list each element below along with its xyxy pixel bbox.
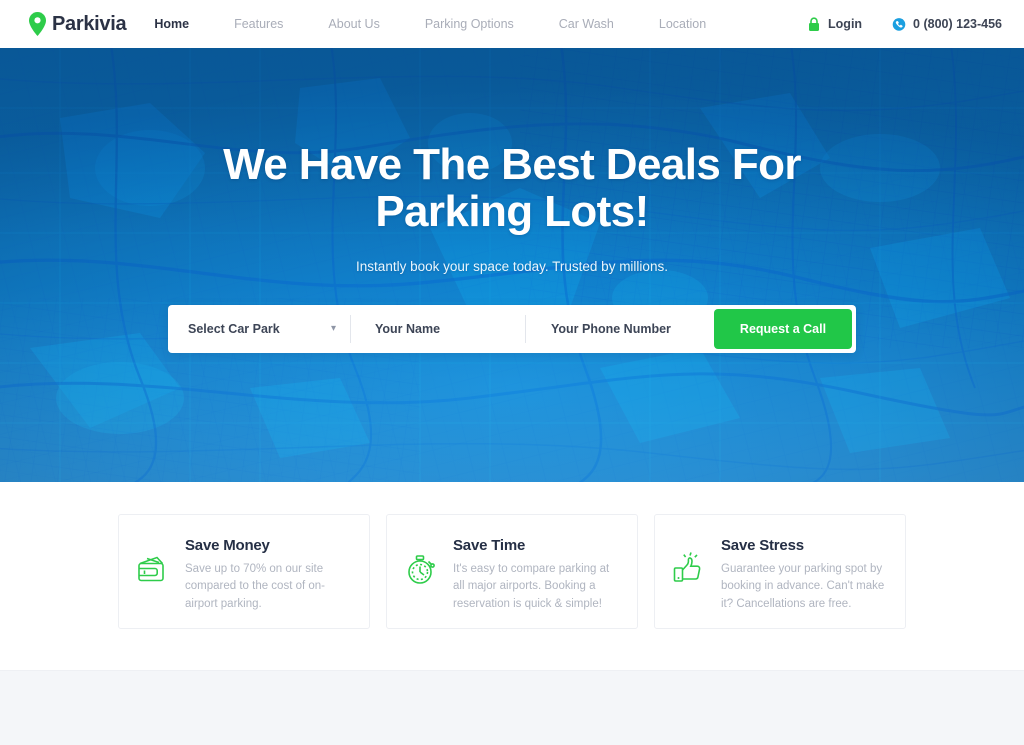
thumbs-up-icon — [673, 552, 701, 582]
feature-card-body: Save Time It's easy to compare parking a… — [453, 535, 619, 613]
main-navigation: Home Features About Us Parking Options C… — [154, 11, 751, 37]
name-input-placeholder: Your Name — [375, 322, 441, 337]
quote-request-form: Select Car Park ▾ Your Name Your Phone N… — [168, 305, 856, 354]
map-pin-icon — [29, 12, 46, 36]
phone-input-placeholder: Your Phone Number — [551, 322, 671, 337]
feature-card-save-time: Save Time It's easy to compare parking a… — [386, 514, 638, 629]
site-header: Parkivia Home Features About Us Parking … — [0, 0, 1024, 48]
hero-title-line-1: We Have The Best Deals For — [223, 140, 801, 189]
feature-title: Save Money — [185, 537, 270, 554]
chevron-down-icon: ▾ — [330, 323, 336, 335]
feature-title: Save Time — [453, 537, 526, 554]
feature-card-body: Save Stress Guarantee your parking spot … — [721, 535, 887, 613]
brand-name: Parkivia — [52, 12, 127, 35]
feature-title: Save Stress — [721, 537, 804, 554]
request-a-call-button[interactable]: Request a Call — [714, 309, 852, 350]
nav-item-home[interactable]: Home — [154, 11, 189, 37]
bottom-section-band — [0, 670, 1024, 745]
stopwatch-icon — [408, 555, 435, 584]
login-button[interactable]: Login — [807, 16, 863, 32]
login-label: Login — [828, 17, 863, 31]
lock-icon — [809, 16, 820, 31]
car-park-select[interactable]: Select Car Park ▾ — [168, 305, 350, 353]
header-actions: Login 0 (800) 123-456 — [807, 16, 1002, 32]
hero-subtitle: Instantly book your space today. Trusted… — [356, 259, 668, 275]
feature-text: It's easy to compare parking at all majo… — [453, 563, 610, 610]
hero-title: We Have The Best Deals For Parking Lots! — [0, 140, 1024, 236]
phone-label: 0 (800) 123-456 — [913, 17, 1002, 31]
nav-item-car-wash[interactable]: Car Wash — [559, 11, 614, 37]
wallet-icon — [138, 556, 164, 582]
feature-card-save-money: Save Money Save up to 70% on our site co… — [118, 514, 370, 629]
nav-item-location[interactable]: Location — [659, 11, 706, 37]
feature-card-save-stress: Save Stress Guarantee your parking spot … — [654, 514, 906, 629]
features-list: Save Money Save up to 70% on our site co… — [118, 514, 906, 629]
nav-item-parking-options[interactable]: Parking Options — [425, 11, 514, 37]
hero-section: We Have The Best Deals For Parking Lots!… — [0, 48, 1024, 482]
phone-number[interactable]: 0 (800) 123-456 — [892, 17, 1002, 32]
nav-item-about-us[interactable]: About Us — [328, 11, 379, 37]
phone-icon — [892, 17, 906, 31]
name-input[interactable]: Your Name — [351, 305, 525, 353]
brand-logo[interactable]: Parkivia — [28, 12, 127, 36]
feature-text: Save up to 70% on our site compared to t… — [185, 563, 325, 610]
hero-content: We Have The Best Deals For Parking Lots!… — [0, 48, 1024, 354]
features-section: Save Money Save up to 70% on our site co… — [0, 482, 1024, 670]
feature-card-body: Save Money Save up to 70% on our site co… — [185, 535, 351, 613]
feature-text: Guarantee your parking spot by booking i… — [721, 563, 885, 610]
nav-item-features[interactable]: Features — [234, 11, 283, 37]
phone-input[interactable]: Your Phone Number — [526, 305, 710, 353]
hero-title-line-2: Parking Lots! — [375, 186, 649, 236]
car-park-select-value: Select Car Park — [188, 322, 280, 337]
